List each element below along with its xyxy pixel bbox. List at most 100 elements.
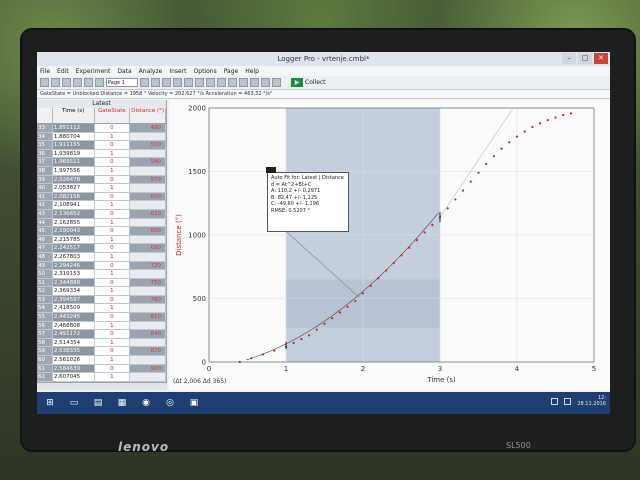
gatestate-cell[interactable]: 0 bbox=[94, 244, 131, 253]
row-number-cell[interactable]: 43 bbox=[37, 209, 53, 219]
row-number-cell[interactable]: 45 bbox=[37, 227, 53, 236]
row-number-cell[interactable]: 33 bbox=[37, 124, 53, 133]
table-row[interactable]: 48 2,267803 1 bbox=[37, 252, 166, 262]
table-row[interactable]: 60 2,561026 1 bbox=[37, 356, 166, 365]
distance-cell[interactable] bbox=[130, 356, 166, 365]
network-icon[interactable] bbox=[551, 397, 559, 405]
distance-cell[interactable]: 900 bbox=[130, 364, 166, 374]
gatestate-cell[interactable]: 1 bbox=[94, 338, 131, 348]
table-row[interactable]: 44 2,162855 1 bbox=[37, 218, 166, 228]
autoscale-icon[interactable] bbox=[162, 78, 171, 87]
row-number-cell[interactable]: 61 bbox=[37, 364, 53, 374]
row-number-cell[interactable]: 50 bbox=[37, 270, 53, 279]
time-cell[interactable]: 2,108941 bbox=[52, 201, 95, 210]
time-cell[interactable]: 1,880704 bbox=[52, 132, 95, 142]
row-number-cell[interactable]: 40 bbox=[37, 184, 53, 193]
gatestate-cell[interactable]: 0 bbox=[94, 295, 131, 305]
time-cell[interactable]: 2,082156 bbox=[52, 192, 95, 202]
table-row[interactable]: 50 2,319153 1 bbox=[37, 270, 166, 279]
gatestate-cell[interactable]: 1 bbox=[94, 218, 131, 228]
distance-cell[interactable]: 690 bbox=[130, 244, 166, 253]
table-row[interactable]: 54 2,418509 1 bbox=[37, 304, 166, 314]
row-number-cell[interactable]: 42 bbox=[37, 201, 53, 210]
table-row[interactable]: 39 2,026478 0 570 bbox=[37, 175, 166, 185]
table-row[interactable]: 47 2,242517 0 690 bbox=[37, 244, 166, 253]
gatestate-cell[interactable]: 1 bbox=[94, 321, 131, 331]
time-cell[interactable]: 2,136652 bbox=[52, 209, 95, 219]
time-cell[interactable]: 2,443245 bbox=[52, 313, 95, 322]
table-row[interactable]: 51 2,344888 0 750 bbox=[37, 278, 166, 288]
time-cell[interactable]: 2,162855 bbox=[52, 218, 95, 228]
table-row[interactable]: 55 2,443245 0 810 bbox=[37, 313, 166, 322]
distance-cell[interactable] bbox=[130, 270, 166, 279]
gatestate-cell[interactable]: 1 bbox=[94, 287, 131, 296]
integral-icon[interactable] bbox=[217, 78, 226, 87]
time-cell[interactable]: 2,369334 bbox=[52, 287, 95, 296]
time-cell[interactable]: 1,969511 bbox=[52, 158, 95, 167]
gatestate-cell[interactable]: 0 bbox=[94, 313, 131, 322]
gatestate-cell[interactable]: 0 bbox=[94, 175, 131, 185]
table-row[interactable]: 36 1,939819 1 bbox=[37, 149, 166, 159]
row-number-cell[interactable]: 59 bbox=[37, 347, 53, 357]
curve-fit-box[interactable]: Auto Fit for: Latest | Distance d = At^2… bbox=[266, 167, 349, 232]
start-icon[interactable]: ⊞ bbox=[43, 396, 57, 410]
gatestate-cell[interactable]: 0 bbox=[94, 227, 131, 236]
zoom-out-icon[interactable] bbox=[195, 78, 204, 87]
gatestate-cell[interactable]: 0 bbox=[94, 124, 131, 133]
menu-options[interactable]: Options bbox=[194, 68, 217, 75]
row-number-cell[interactable]: 44 bbox=[37, 218, 53, 228]
time-cell[interactable]: 2,294246 bbox=[52, 261, 95, 271]
row-number-cell[interactable]: 47 bbox=[37, 244, 53, 253]
gatestate-cell[interactable]: 1 bbox=[94, 184, 131, 193]
distance-cell[interactable] bbox=[130, 287, 166, 296]
table-row[interactable]: 52 2,369334 1 bbox=[37, 287, 166, 296]
row-number-cell[interactable]: 35 bbox=[37, 141, 53, 150]
distance-time-chart[interactable]: 0 1 2 3 4 5 0 500 1000 1500 2000 Time (s) Distance (… bbox=[169, 100, 610, 390]
column-header-time[interactable]: Time (s) bbox=[53, 108, 95, 123]
tangent-icon[interactable] bbox=[206, 78, 215, 87]
file-manager-icon[interactable]: ▤ bbox=[91, 396, 105, 410]
time-cell[interactable]: 2,026478 bbox=[52, 175, 95, 185]
column-header-distance[interactable]: Distance (°) bbox=[130, 108, 166, 123]
distance-cell[interactable] bbox=[130, 373, 166, 382]
explorer-icon[interactable]: ▭ bbox=[67, 396, 81, 410]
distance-cell[interactable]: 480 bbox=[130, 124, 166, 133]
gatestate-cell[interactable]: 0 bbox=[94, 330, 131, 339]
row-number-cell[interactable]: 60 bbox=[37, 356, 53, 365]
gatestate-cell[interactable]: 0 bbox=[94, 158, 131, 167]
gatestate-cell[interactable]: 1 bbox=[94, 166, 131, 176]
collect-button[interactable]: ▶ Collect bbox=[291, 78, 326, 88]
distance-cell[interactable]: 870 bbox=[130, 347, 166, 357]
gatestate-cell[interactable]: 0 bbox=[94, 364, 131, 374]
time-cell[interactable]: 2,418509 bbox=[52, 304, 95, 314]
clock[interactable]: 12: 28.11.2016 bbox=[577, 395, 606, 407]
table-row[interactable]: 61 2,584639 0 900 bbox=[37, 364, 166, 374]
menu-analyze[interactable]: Analyze bbox=[139, 68, 163, 75]
table-row[interactable]: 49 2,294246 0 720 bbox=[37, 261, 166, 271]
gatestate-cell[interactable]: 1 bbox=[94, 235, 131, 245]
table-row[interactable]: 62 2,607045 1 bbox=[37, 373, 166, 382]
table-row[interactable]: 42 2,108941 1 bbox=[37, 201, 166, 210]
row-number-cell[interactable]: 51 bbox=[37, 278, 53, 288]
row-number-cell[interactable]: 55 bbox=[37, 313, 53, 322]
gatestate-cell[interactable]: 0 bbox=[94, 192, 131, 202]
time-cell[interactable]: 1,911155 bbox=[52, 141, 95, 150]
distance-cell[interactable]: 540 bbox=[130, 158, 166, 167]
menu-insert[interactable]: Insert bbox=[169, 68, 186, 75]
time-cell[interactable]: 2,514354 bbox=[52, 338, 95, 348]
distance-cell[interactable] bbox=[130, 149, 166, 159]
curve-fit-icon[interactable] bbox=[250, 78, 259, 87]
stopwatch-icon[interactable] bbox=[272, 78, 281, 87]
time-cell[interactable]: 1,997556 bbox=[52, 166, 95, 176]
gatestate-cell[interactable]: 1 bbox=[94, 373, 131, 382]
distance-cell[interactable]: 600 bbox=[130, 192, 166, 202]
sensor-icon[interactable] bbox=[95, 78, 104, 87]
gatestate-cell[interactable]: 1 bbox=[94, 132, 131, 142]
gatestate-cell[interactable]: 1 bbox=[94, 356, 131, 365]
row-number-cell[interactable]: 41 bbox=[37, 192, 53, 202]
table-row[interactable]: 43 2,136652 0 630 bbox=[37, 209, 166, 219]
row-number-cell[interactable]: 37 bbox=[37, 158, 53, 167]
time-cell[interactable]: 2,267803 bbox=[52, 252, 95, 262]
distance-cell[interactable]: 630 bbox=[130, 209, 166, 219]
time-cell[interactable]: 2,607045 bbox=[52, 373, 95, 382]
